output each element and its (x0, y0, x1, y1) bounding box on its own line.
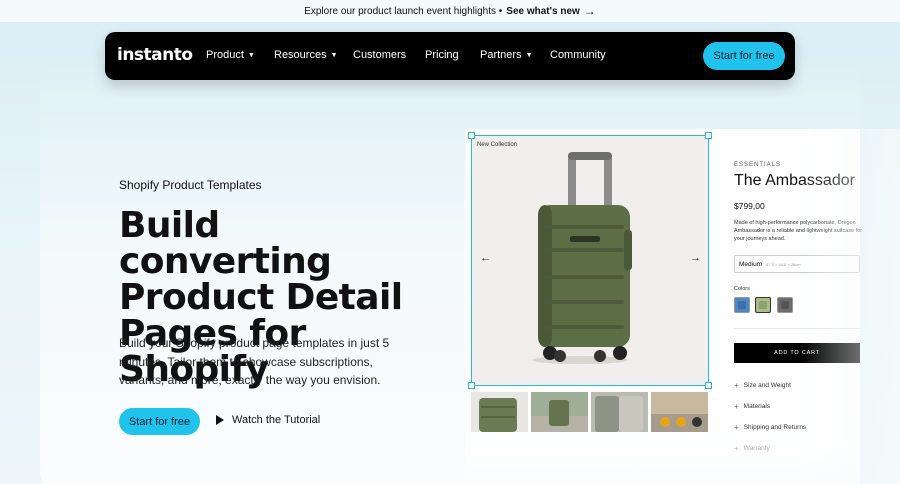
nav-item-pricing[interactable]: Pricing (425, 49, 459, 61)
watch-tutorial-button[interactable]: Watch the Tutorial (216, 414, 320, 426)
thumbnail[interactable] (591, 392, 648, 432)
navbar: instanto Product ▼ Resources ▼ Customers… (105, 32, 795, 80)
accordion-materials[interactable]: + Materials (734, 402, 770, 411)
resize-handle[interactable] (468, 382, 475, 389)
nav-item-partners[interactable]: Partners ▼ (480, 49, 533, 61)
plus-icon: + (734, 444, 739, 453)
play-icon (216, 415, 224, 425)
swatch-blue[interactable] (734, 297, 750, 313)
caret-down-icon: ▼ (525, 51, 533, 59)
product-price: $799,00 (734, 201, 765, 211)
headline-line: Product Detail (119, 277, 403, 318)
size-value: Medium (739, 260, 763, 268)
plus-icon: + (734, 402, 739, 411)
nav-item-community[interactable]: Community (550, 49, 606, 61)
size-select[interactable]: Medium 67.5 × 44.5 × 28cm (734, 255, 860, 273)
logo[interactable]: instanto (117, 45, 193, 65)
headline-line: Build converting (119, 205, 332, 282)
add-to-cart-button[interactable]: ADD TO CART (734, 343, 860, 363)
accordion-size-weight[interactable]: + Size and Weight (734, 381, 791, 390)
plus-icon: + (734, 423, 739, 432)
accordion-label: Materials (743, 403, 771, 410)
swatch-gray[interactable] (777, 297, 793, 313)
hero-body: Build your Shopify product page template… (119, 336, 390, 387)
product-title: The Ambassador (734, 172, 855, 189)
nav-label: Product (206, 49, 244, 61)
caret-down-icon: ▼ (247, 51, 255, 59)
announcement-bar: Explore our product launch event highlig… (0, 0, 900, 22)
nav-item-resources[interactable]: Resources ▼ (274, 49, 338, 61)
caret-down-icon: ▼ (330, 51, 338, 59)
watch-label: Watch the Tutorial (232, 414, 321, 426)
size-dimensions: 67.5 × 44.5 × 28cm (766, 261, 801, 267)
announcement-link[interactable]: See what's new (506, 6, 580, 17)
accordion-warranty[interactable]: + Warranty (734, 444, 770, 453)
nav-start-free-button[interactable]: Start for free (703, 42, 785, 70)
nav-item-customers[interactable]: Customers (353, 49, 406, 61)
swatch-green[interactable] (755, 297, 771, 313)
colors-label: Colors (734, 286, 750, 292)
plus-icon: + (734, 381, 739, 390)
resize-handle[interactable] (705, 382, 712, 389)
accordion-label: Warranty (743, 445, 770, 452)
thumbnail[interactable] (531, 392, 588, 432)
thumbnail[interactable] (471, 392, 528, 432)
product-description: Made of high-performance polycarbonate, … (734, 220, 863, 242)
nav-label: Customers (353, 49, 407, 61)
nav-label: Resources (274, 49, 327, 61)
arrow-right-icon[interactable]: → (584, 4, 596, 18)
resize-handle[interactable] (705, 132, 712, 139)
announcement-text: Explore our product launch event highlig… (304, 5, 503, 17)
resize-handle[interactable] (468, 132, 475, 139)
nav-label: Pricing (425, 49, 459, 61)
thumbnail[interactable] (651, 392, 708, 432)
product-eyebrow: ESSENTIALS (734, 162, 782, 168)
nav-label: Partners (480, 49, 522, 61)
hero-start-free-button[interactable]: Start for free (119, 408, 200, 435)
hero-eyebrow: Shopify Product Templates (119, 178, 262, 192)
nav-label: Community (550, 49, 606, 61)
selection-box[interactable] (471, 135, 709, 386)
nav-item-product[interactable]: Product ▼ (206, 49, 255, 61)
accordion-shipping[interactable]: + Shipping and Returns (734, 423, 806, 432)
accordion-label: Size and Weight (743, 382, 791, 389)
accordion-label: Shipping and Returns (743, 424, 807, 431)
divider (734, 328, 860, 329)
